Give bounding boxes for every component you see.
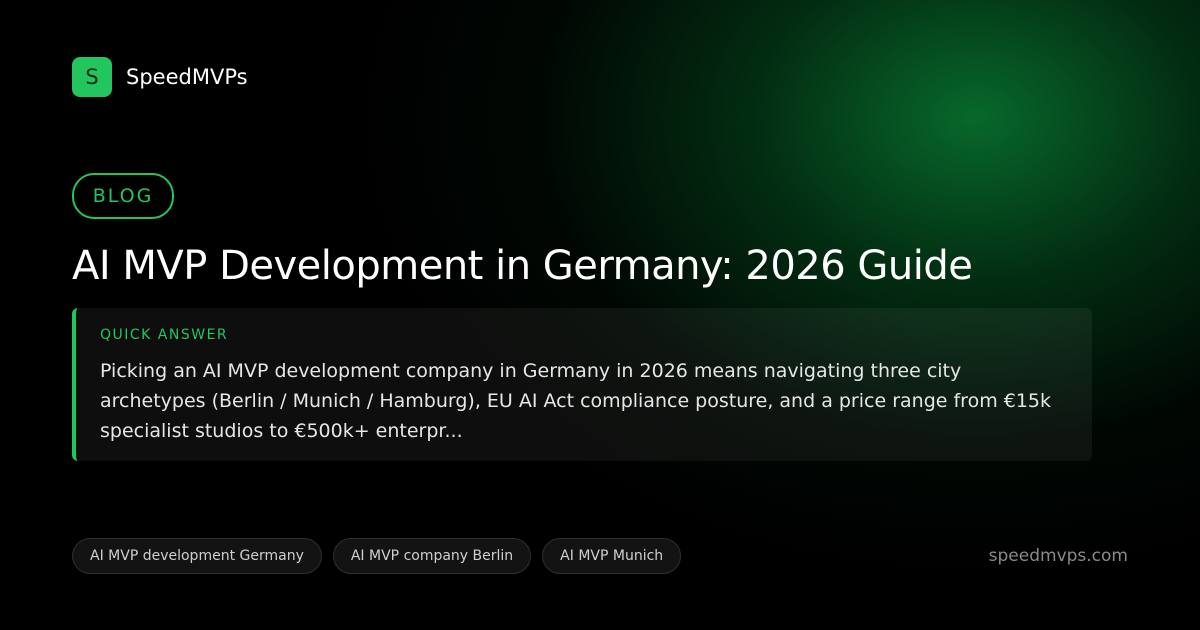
tag-pill[interactable]: AI MVP development Germany — [72, 538, 322, 574]
brand-name: SpeedMVPs — [126, 65, 248, 89]
quick-answer-label: QUICK ANSWER — [100, 327, 229, 343]
logo-icon: S — [72, 57, 112, 97]
tag-pill[interactable]: AI MVP Munich — [542, 538, 682, 574]
quick-answer-card: QUICK ANSWER Picking an AI MVP developme… — [72, 308, 1092, 461]
brand[interactable]: S SpeedMVPs — [72, 57, 248, 97]
tag-list: AI MVP development Germany AI MVP compan… — [72, 538, 692, 574]
category-badge: BLOG — [72, 173, 174, 219]
tag-pill[interactable]: AI MVP company Berlin — [332, 538, 532, 574]
page-title: AI MVP Development in Germany: 2026 Guid… — [72, 243, 973, 289]
site-domain[interactable]: speedmvps.com — [989, 546, 1128, 566]
quick-answer-text: Picking an AI MVP development company in… — [100, 360, 1052, 442]
